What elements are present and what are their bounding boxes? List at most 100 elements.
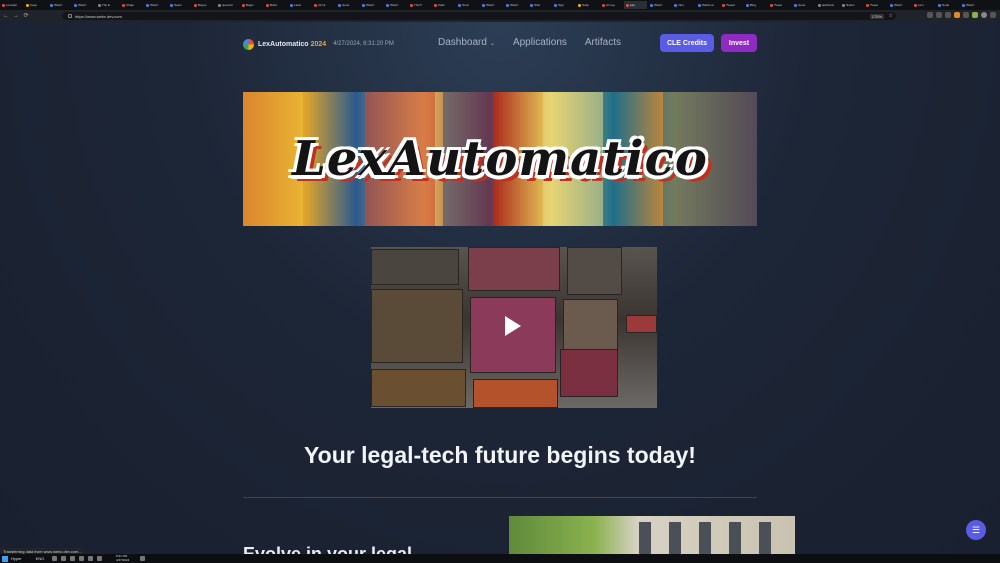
- browser-tab[interactable]: WebC: [144, 1, 167, 9]
- file-explorer-icon[interactable]: [52, 556, 58, 561]
- tab-label: Sign: [558, 3, 565, 7]
- play-icon[interactable]: [505, 316, 521, 336]
- browser-tab[interactable]: Lexi: [912, 1, 935, 9]
- browser-tab[interactable]: Laws: [288, 1, 311, 9]
- extension-icon[interactable]: [936, 12, 942, 18]
- menu-applications[interactable]: Applications: [513, 37, 567, 48]
- browser-tab[interactable]: WebC: [504, 1, 527, 9]
- browser-tab[interactable]: Searc: [168, 1, 191, 9]
- browser-tab[interactable]: The E: [96, 1, 119, 9]
- extension-icon[interactable]: [927, 12, 933, 18]
- browser-tab[interactable]: WebC: [360, 1, 383, 9]
- browser-tab[interactable]: Begin: [240, 1, 263, 9]
- cle-credits-button[interactable]: CLE Credits: [660, 34, 714, 52]
- tab-label: WebC: [486, 3, 495, 7]
- profile-icon[interactable]: [981, 12, 987, 18]
- tab-favicon-icon: [434, 3, 437, 7]
- forward-button[interactable]: →: [12, 12, 20, 20]
- browser-tab[interactable]: TheTl: [408, 1, 431, 9]
- browser-tab[interactable]: Zwid: [432, 1, 455, 9]
- browser-tab[interactable]: authentic: [816, 1, 839, 9]
- settings-toggle-button[interactable]: ☰: [966, 520, 986, 540]
- browser-tab[interactable]: LexAuto: [0, 1, 23, 9]
- browser-tab[interactable]: Notion: [840, 1, 863, 9]
- taskbar-language[interactable]: ENG: [36, 556, 45, 561]
- browser-tab[interactable]: WebC: [72, 1, 95, 9]
- menu-icon[interactable]: [990, 12, 996, 18]
- taskbar-clock[interactable]: 8:31 PM 4/27/2024: [116, 554, 130, 562]
- volume-icon[interactable]: [88, 556, 94, 561]
- browser-tab[interactable]: AI Leg: [600, 1, 623, 9]
- extension-icon[interactable]: [972, 12, 978, 18]
- browser-tab[interactable]: Gene: [336, 1, 359, 9]
- windows-start-icon[interactable]: [2, 555, 8, 562]
- browser-tab[interactable]: Scap: [576, 1, 599, 9]
- app-icon[interactable]: [79, 556, 85, 561]
- browser-tab[interactable]: (3) Hi: [312, 1, 335, 9]
- browser-tab[interactable]: Tweed: [720, 1, 743, 9]
- browser-tab[interactable]: WebC: [480, 1, 503, 9]
- back-button[interactable]: ←: [2, 12, 10, 20]
- tab-favicon-icon: [722, 3, 725, 7]
- browser-tab[interactable]: WebC: [384, 1, 407, 9]
- browser-tab[interactable]: Lex: [624, 1, 647, 9]
- tab-favicon-icon: [122, 3, 125, 7]
- tab-label: Struc: [462, 3, 470, 7]
- star-icon[interactable]: ☆: [889, 13, 893, 19]
- tab-favicon-icon: [602, 3, 605, 7]
- browser-tab[interactable]: Gene: [792, 1, 815, 9]
- browser-tab[interactable]: Struc: [456, 1, 479, 9]
- tab-label: WebC.ai: [702, 3, 714, 7]
- extension-icon[interactable]: [954, 12, 960, 18]
- main-menu: Dashboard ⌄ Applications Artifacts: [438, 37, 621, 48]
- browser-tab[interactable]: Build: [264, 1, 287, 9]
- browser-tab[interactable]: Tweet: [768, 1, 791, 9]
- browser-tab[interactable]: WebC: [648, 1, 671, 9]
- invest-button[interactable]: Invest: [721, 34, 757, 52]
- tab-label: Scap: [582, 3, 589, 7]
- extension-icon[interactable]: [945, 12, 951, 18]
- browser-tab[interactable]: Sign: [552, 1, 575, 9]
- tab-favicon-icon: [698, 3, 701, 7]
- tab-favicon-icon: [746, 3, 749, 7]
- banner-title: LexAutomatico: [292, 131, 708, 187]
- extension-icon[interactable]: [963, 12, 969, 18]
- menu-dashboard[interactable]: Dashboard ⌄: [438, 37, 495, 48]
- tab-label: WebC: [54, 3, 63, 7]
- browser-tab[interactable]: Tweet: [864, 1, 887, 9]
- browser-tab[interactable]: Chapt: [120, 1, 143, 9]
- site-header: LexAutomatico 2024 4/27/2024, 8:31:20 PM…: [243, 34, 757, 54]
- browser-icon[interactable]: [61, 556, 67, 561]
- browser-tab[interactable]: WebC.ai: [696, 1, 719, 9]
- tab-label: WebC: [894, 3, 903, 7]
- browser-tab[interactable]: Blog: [744, 1, 767, 9]
- browser-tab[interactable]: quora.R: [216, 1, 239, 9]
- clock-date: 4/27/2024: [116, 557, 130, 562]
- address-bar[interactable]: https://www.webc.dev.com 175% ☆: [62, 12, 896, 20]
- browser-tab[interactable]: WebC: [48, 1, 71, 9]
- logo-icon[interactable]: [243, 38, 254, 50]
- brand-name[interactable]: LexAutomatico: [258, 41, 309, 48]
- video-player[interactable]: [371, 247, 657, 408]
- browser-tab[interactable]: WebC: [960, 1, 983, 9]
- browser-tab[interactable]: Intro: [672, 1, 695, 9]
- tab-label: Tweed: [726, 3, 735, 7]
- browser-tab[interactable]: WebC: [888, 1, 911, 9]
- app-icon[interactable]: [70, 556, 76, 561]
- browser-tab[interactable]: Bayes: [192, 1, 215, 9]
- notification-icon[interactable]: [140, 556, 145, 561]
- browser-tab[interactable]: Node: [936, 1, 959, 9]
- menu-artifacts[interactable]: Artifacts: [585, 37, 621, 48]
- taskbar-search[interactable]: Hyper: [11, 556, 22, 561]
- tab-favicon-icon: [890, 3, 893, 7]
- tab-favicon-icon: [794, 3, 797, 7]
- tab-label: WebC: [150, 3, 159, 7]
- browser-tab[interactable]: Shar: [528, 1, 551, 9]
- browser-tab[interactable]: Keep: [24, 1, 47, 9]
- tab-favicon-icon: [674, 3, 677, 7]
- tab-label: Blog: [750, 3, 757, 7]
- zoom-level[interactable]: 175%: [869, 13, 884, 19]
- tab-favicon-icon: [218, 3, 221, 7]
- network-icon[interactable]: [97, 556, 103, 561]
- reload-button[interactable]: ⟳: [22, 12, 30, 20]
